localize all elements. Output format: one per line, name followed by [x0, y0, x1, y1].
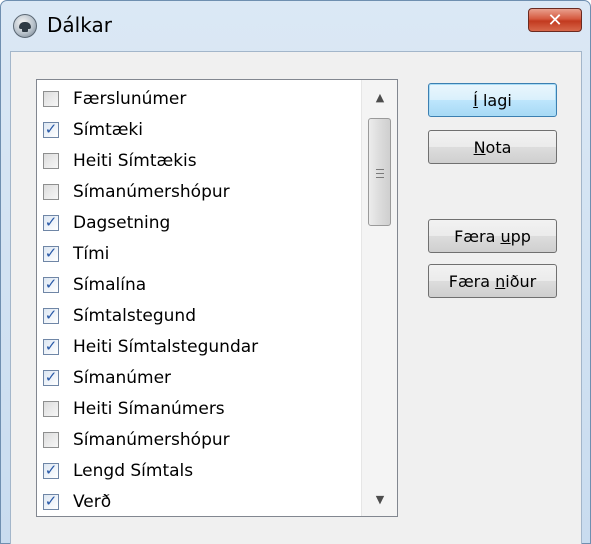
column-checkbox[interactable]: ✓	[43, 337, 59, 355]
list-item[interactable]: Heiti Símanúmers	[37, 393, 362, 424]
columns-list: Færslunúmer ✓ Símtæki Heiti Símtækis Símanúm…	[37, 80, 362, 516]
column-checkbox[interactable]: ✓	[43, 275, 59, 293]
close-icon: ✕	[547, 9, 563, 31]
checkmark-icon: ✓	[44, 213, 58, 231]
move-up-button[interactable]: Færa upp	[428, 219, 557, 253]
column-checkbox[interactable]: ✓	[43, 461, 59, 479]
ok-button[interactable]: Í lagi	[428, 83, 557, 117]
column-label: Tími	[73, 243, 110, 264]
column-label: Símalína	[73, 274, 147, 295]
column-label: Símanúmershópur	[73, 181, 230, 202]
scroll-down-button[interactable]: ▼	[362, 482, 398, 516]
list-item[interactable]: Heiti Símtækis	[37, 145, 362, 176]
move-down-button[interactable]: Færa niður	[428, 264, 557, 298]
column-label: Símanúmershópur	[73, 429, 230, 450]
column-checkbox[interactable]	[43, 431, 59, 448]
column-checkbox[interactable]: ✓	[43, 368, 59, 386]
checkmark-icon: ✓	[44, 368, 58, 386]
column-checkbox[interactable]: ✓	[43, 213, 59, 231]
thumb-grip-line	[376, 177, 384, 178]
list-item[interactable]: ✓ Símalína	[37, 269, 362, 300]
list-item[interactable]: ✓ Heiti Símtalstegundar	[37, 331, 362, 362]
column-label: Heiti Símanúmers	[73, 398, 225, 419]
window-title: Dálkar	[47, 13, 112, 37]
column-checkbox[interactable]: ✓	[43, 244, 59, 262]
title-bar[interactable]: Dálkar ✕	[1, 1, 590, 51]
checkmark-icon: ✓	[44, 492, 58, 510]
list-item[interactable]: Símanúmershópur	[37, 176, 362, 207]
column-checkbox[interactable]	[43, 183, 59, 200]
scroll-up-arrow-icon: ▲	[375, 90, 385, 104]
checkmark-icon: ✓	[44, 244, 58, 262]
column-checkbox[interactable]: ✓	[43, 120, 59, 138]
vertical-scrollbar[interactable]: ▲ ▼	[361, 80, 397, 516]
column-label: Símtæki	[73, 119, 144, 140]
list-item[interactable]: ✓ Lengd Símtals	[37, 455, 362, 486]
column-label: Heiti Símtalstegundar	[73, 336, 259, 357]
column-label: Heiti Símtækis	[73, 150, 197, 171]
close-button[interactable]: ✕	[528, 8, 582, 32]
list-item[interactable]: ✓ Símtalstegund	[37, 300, 362, 331]
dialog-window: Dálkar ✕ Færslunúmer ✓ Símtæki Heiti Símtæk…	[0, 0, 591, 544]
column-checkbox[interactable]	[43, 400, 59, 417]
apply-button[interactable]: Nota	[428, 130, 557, 164]
list-item[interactable]: ✓ Verð	[37, 486, 362, 517]
column-label: Símtalstegund	[73, 305, 196, 326]
list-item[interactable]: ✓ Símtæki	[37, 114, 362, 145]
thumb-grip-line	[376, 173, 384, 174]
checkmark-icon: ✓	[44, 337, 58, 355]
checkmark-icon: ✓	[44, 120, 58, 138]
ok-button-label: Í lagi	[473, 90, 512, 110]
column-label: Símanúmer	[73, 367, 172, 388]
column-label: Verð	[73, 491, 112, 512]
telephone-icon	[13, 14, 37, 38]
move-down-button-label: Færa niður	[448, 271, 537, 291]
column-checkbox[interactable]	[43, 152, 59, 169]
checkmark-icon: ✓	[44, 306, 58, 324]
list-item[interactable]: Færslunúmer	[37, 83, 362, 114]
checkmark-icon: ✓	[44, 275, 58, 293]
scroll-down-arrow-icon: ▼	[375, 492, 385, 506]
checkmark-icon: ✓	[44, 461, 58, 479]
dialog-body: Færslunúmer ✓ Símtæki Heiti Símtækis Símanúm…	[10, 51, 582, 544]
move-up-button-label: Færa upp	[454, 226, 531, 246]
list-item[interactable]: Símanúmershópur	[37, 424, 362, 455]
list-item[interactable]: ✓ Dagsetning	[37, 207, 362, 238]
column-checkbox[interactable]: ✓	[43, 492, 59, 510]
column-checkbox[interactable]: ✓	[43, 306, 59, 324]
column-label: Lengd Símtals	[73, 460, 194, 481]
column-label: Dagsetning	[73, 212, 171, 233]
thumb-grip-line	[376, 169, 384, 170]
column-checkbox[interactable]	[43, 90, 59, 107]
scroll-up-button[interactable]: ▲	[362, 80, 398, 114]
scrollbar-thumb[interactable]	[368, 118, 391, 226]
columns-listbox[interactable]: Færslunúmer ✓ Símtæki Heiti Símtækis Símanúm…	[36, 79, 398, 517]
apply-button-label: Nota	[473, 137, 512, 157]
list-item[interactable]: ✓ Tími	[37, 238, 362, 269]
column-label: Færslunúmer	[73, 88, 187, 109]
list-item[interactable]: ✓ Símanúmer	[37, 362, 362, 393]
